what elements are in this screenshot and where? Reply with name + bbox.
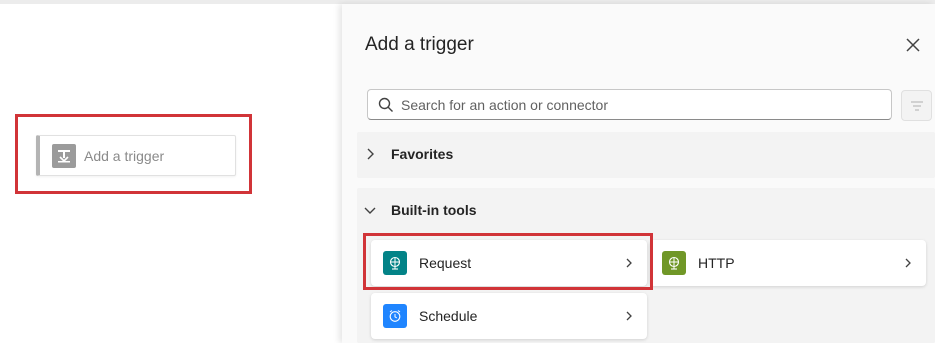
tool-card-http[interactable]: HTTP (650, 240, 926, 286)
panel-title: Add a trigger (365, 34, 474, 55)
chevron-right-icon (905, 258, 911, 268)
filter-icon (910, 100, 923, 111)
trigger-placeholder-icon (52, 143, 76, 168)
close-button[interactable] (904, 36, 922, 54)
chevron-right-icon (626, 311, 632, 321)
favorites-section: Favorites (357, 132, 935, 178)
search-box[interactable] (367, 89, 892, 120)
add-trigger-label: Add a trigger (84, 147, 165, 164)
add-trigger-card[interactable]: Add a trigger (36, 135, 236, 176)
builtin-tools-label: Built-in tools (391, 202, 477, 218)
filter-button[interactable] (901, 90, 932, 121)
favorites-header[interactable]: Favorites (363, 146, 453, 162)
tool-card-schedule[interactable]: Schedule (371, 293, 647, 339)
search-icon (378, 97, 393, 112)
tool-label-schedule: Schedule (419, 308, 478, 324)
search-input[interactable] (401, 96, 881, 113)
chevron-down-icon (363, 203, 377, 217)
tool-label-http: HTTP (698, 255, 735, 271)
globe-icon (662, 251, 686, 275)
favorites-label: Favorites (391, 146, 454, 162)
close-icon (906, 38, 920, 52)
alarm-clock-icon (383, 304, 407, 328)
add-trigger-panel: Add a trigger Favorites Buil (342, 4, 935, 343)
highlight-box-request (363, 233, 653, 290)
builtin-tools-header[interactable]: Built-in tools (363, 202, 477, 218)
chevron-right-icon (363, 147, 377, 161)
